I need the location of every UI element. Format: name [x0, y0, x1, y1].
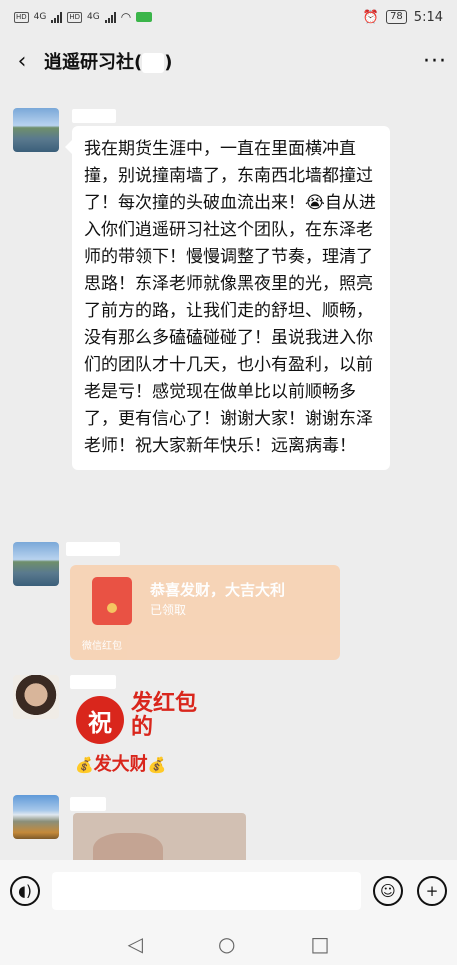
message-list[interactable]: 我在期货生涯中，一直在里面横冲直撞，别说撞南墙了，东南西北墙都撞过了！每次撞的头… — [0, 95, 457, 860]
sender-name-redacted — [72, 109, 116, 123]
system-nav-bar: ◁ ○ □ — [0, 922, 457, 965]
sender-name-redacted — [66, 542, 120, 556]
signal-icon — [51, 11, 63, 23]
nav-recent-icon[interactable]: □ — [311, 932, 330, 956]
sender-name-redacted — [70, 675, 116, 689]
wifi-icon: ◠ — [120, 10, 132, 24]
red-packet-title: 恭喜发财，大吉大利 — [150, 581, 286, 599]
redaction-mask — [142, 53, 165, 73]
nav-back-icon[interactable]: ◁ — [128, 932, 143, 956]
chat-title-text: 逍遥研习社( — [44, 52, 143, 73]
input-bar: ◖) ☺ + — [0, 860, 457, 922]
plus-icon[interactable]: + — [417, 876, 447, 906]
message-input[interactable] — [52, 872, 361, 910]
money-bag-icon: 💰 — [147, 756, 167, 774]
avatar[interactable] — [13, 675, 59, 719]
chat-title-suffix: ) — [164, 52, 173, 73]
avatar[interactable] — [13, 542, 59, 586]
sticker-text: 发红包的 — [131, 691, 198, 740]
network-label-2: 4G — [87, 12, 100, 22]
avatar[interactable] — [13, 108, 59, 152]
chat-header: ‹ 逍遥研习社() ··· — [0, 34, 457, 88]
image-message[interactable] — [73, 813, 246, 860]
signal-indicators: HD 4G HD 4G ◠ — [14, 10, 153, 24]
money-bag-icon: 💰 — [75, 756, 94, 774]
red-packet-message[interactable]: 恭喜发财，大吉大利 已领取 微信红包 — [70, 565, 340, 660]
sticker-badge: 祝 — [76, 696, 124, 744]
red-packet-footer: 微信红包 — [82, 641, 122, 652]
alarm-icon: ⏰ — [362, 9, 380, 25]
red-packet-status: 已领取 — [150, 603, 187, 617]
chat-title: 逍遥研习社() — [44, 48, 172, 74]
red-envelope-icon — [92, 577, 132, 625]
clock: 5:14 — [413, 9, 443, 25]
more-icon[interactable]: ··· — [423, 49, 447, 74]
hd-badge-2: HD — [67, 11, 83, 23]
status-bar: HD 4G HD 4G ◠ ⏰ 78 5:14 — [0, 0, 457, 34]
voice-icon[interactable]: ◖) — [10, 876, 40, 906]
hd-badge-1: HD — [14, 11, 29, 23]
network-label-1: 4G — [33, 12, 47, 22]
sticker-message[interactable]: 祝 发红包的 💰发大财💰 — [73, 692, 197, 777]
sticker-subtext: 💰发大财💰 — [75, 750, 166, 776]
message-text: 我在期货生涯中，一直在里面横冲直撞，别说撞南墙了，东南西北墙都撞过了！每次撞的头… — [84, 139, 376, 456]
nav-home-icon[interactable]: ○ — [218, 932, 235, 956]
avatar[interactable] — [13, 795, 59, 839]
sender-name-redacted — [70, 797, 106, 811]
battery-level: 78 — [386, 10, 407, 24]
notification-icon — [136, 12, 153, 22]
text-message-bubble[interactable]: 我在期货生涯中，一直在里面横冲直撞，别说撞南墙了，东南西北墙都撞过了！每次撞的头… — [65, 126, 390, 470]
emoji-icon[interactable]: ☺ — [373, 876, 403, 906]
chevron-left-icon[interactable]: ‹ — [10, 49, 34, 74]
sticker-sub-label: 发大财 — [93, 754, 148, 775]
signal-icon-2 — [104, 11, 116, 23]
